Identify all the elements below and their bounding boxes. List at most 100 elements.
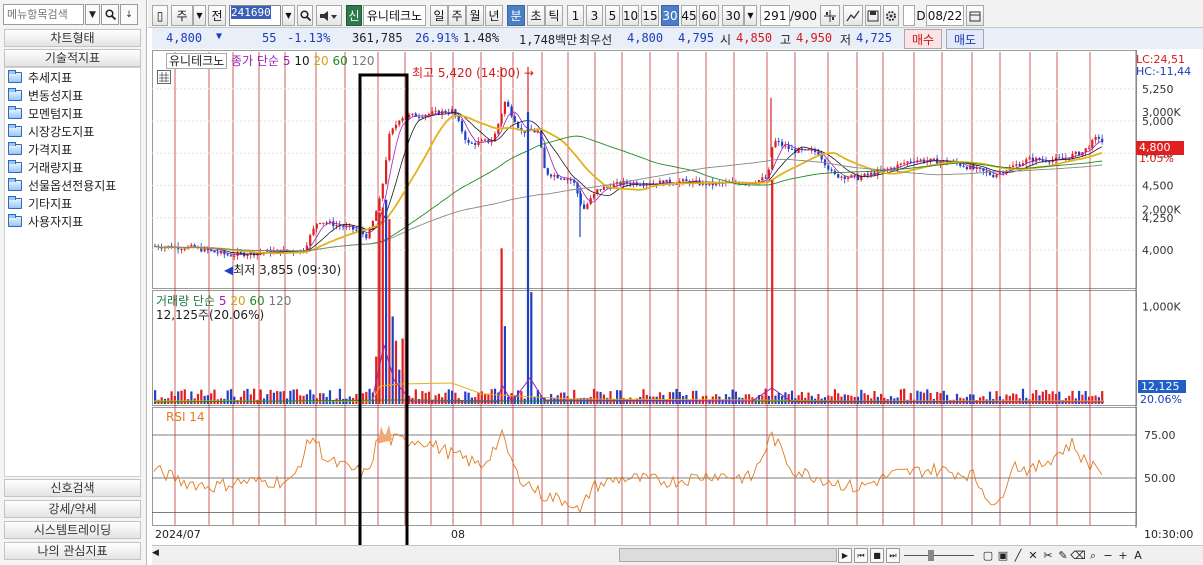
magnify-tool-icon[interactable]: ⌕ — [1086, 548, 1100, 563]
arrow-down-icon[interactable]: ↓ — [120, 4, 138, 25]
minus-icon[interactable]: − — [1101, 548, 1115, 563]
interval-tab[interactable]: 1 — [567, 5, 584, 26]
volume-bar — [530, 292, 533, 404]
crosshair-icon[interactable] — [820, 5, 840, 26]
interval-select[interactable]: 30 — [722, 5, 744, 26]
period-tab[interactable]: 초 — [527, 5, 545, 26]
folder-icon — [8, 123, 22, 137]
my-indicators-button[interactable]: 나의 관심지표 — [4, 542, 141, 560]
code-search-icon[interactable] — [297, 5, 313, 26]
jump-start-icon[interactable]: ⏮ — [854, 548, 868, 563]
volume-bar — [520, 391, 523, 404]
candle-body — [682, 179, 685, 182]
calendar-icon[interactable] — [966, 5, 984, 26]
period-tab[interactable]: 일 — [430, 5, 448, 26]
candle-body — [982, 168, 985, 172]
candle-body — [319, 222, 322, 224]
indicator-folder-item[interactable]: 거래량지표 — [5, 158, 140, 176]
copy-tool-icon[interactable]: ▣ — [996, 548, 1010, 563]
eraser-tool-icon[interactable]: ⌫ — [1070, 548, 1086, 563]
trend-tool-icon[interactable] — [843, 5, 863, 26]
interval-dropdown-icon[interactable]: ▼ — [744, 5, 757, 26]
gear-icon[interactable] — [883, 5, 899, 26]
search-icon[interactable] — [101, 4, 119, 25]
candle-body — [411, 113, 414, 115]
candle-body — [870, 172, 873, 175]
buy-button[interactable]: 매수 — [904, 29, 942, 49]
interval-tab[interactable]: 10 — [622, 5, 639, 26]
stock-code-input[interactable]: 241690 — [229, 5, 281, 26]
period-tab[interactable]: 주 — [448, 5, 466, 26]
interval-tab[interactable]: 60 — [699, 5, 719, 26]
stock-name-field[interactable]: 유니테크노 — [363, 5, 426, 26]
speaker-icon[interactable] — [316, 5, 342, 26]
indicator-folder-item[interactable]: 추세지표 — [5, 68, 140, 86]
scroll-left-icon[interactable]: ◀ — [152, 548, 164, 563]
tech-index-button[interactable]: 기술적지표 — [4, 49, 141, 67]
date-checkbox[interactable] — [903, 5, 915, 26]
period-tab[interactable]: 년 — [485, 5, 503, 26]
volume-bar — [946, 394, 949, 404]
save-icon[interactable] — [865, 5, 881, 26]
chart-canvas[interactable]: 5,2505,0004,7504,5004,2504,0003,000K2,00… — [152, 50, 1203, 545]
sell-button[interactable]: 매도 — [946, 29, 984, 49]
volume-bar — [840, 396, 843, 404]
folder-label: 모멘텀지표 — [28, 106, 84, 121]
grid-table-icon[interactable] — [157, 70, 171, 84]
volume-bar — [734, 391, 737, 404]
x-start-label: 2024/07 — [155, 528, 201, 541]
period-tab[interactable]: 분 — [507, 5, 525, 26]
layout-icon[interactable]: ▯ — [152, 5, 168, 26]
candle-body — [355, 229, 358, 231]
line-tool-icon[interactable]: ╱ — [1011, 548, 1025, 563]
interval-tab[interactable]: 3 — [586, 5, 603, 26]
folder-icon — [8, 141, 22, 155]
candle-body — [510, 106, 513, 117]
zoom-slider[interactable] — [904, 555, 974, 556]
signal-search-button[interactable]: 신호검색 — [4, 479, 141, 497]
menu-search-input[interactable] — [3, 4, 84, 25]
interval-tab[interactable]: 45 — [681, 5, 697, 26]
prev-button[interactable]: 전 — [208, 5, 226, 26]
count-input[interactable]: 291 — [760, 5, 790, 26]
pen-tool-icon[interactable]: ✎ — [1056, 548, 1070, 563]
zoom-slider-handle[interactable] — [928, 550, 934, 561]
date-field[interactable]: 08/22 — [926, 5, 964, 26]
text-tool-icon[interactable]: A — [1131, 548, 1145, 563]
box-tool-icon[interactable]: ▢ — [981, 548, 995, 563]
indicator-folder-item[interactable]: 기타지표 — [5, 194, 140, 212]
scissors-tool-icon[interactable]: ✂ — [1041, 548, 1055, 563]
period-dropdown-icon[interactable]: ▼ — [193, 5, 206, 26]
interval-tab[interactable]: 5 — [605, 5, 620, 26]
indicator-folder-item[interactable]: 선물옵션전용지표 — [5, 176, 140, 194]
period-tab[interactable]: 월 — [466, 5, 484, 26]
interval-tab[interactable]: 30 — [661, 5, 679, 26]
cursor-tool-icon[interactable]: ✕ — [1026, 548, 1040, 563]
rsi-line — [153, 428, 1103, 514]
indicator-folder-item[interactable]: 모멘텀지표 — [5, 104, 140, 122]
stop-icon[interactable]: ■ — [870, 548, 884, 563]
volume-bar — [233, 396, 236, 404]
volume-bar — [322, 393, 325, 404]
period-tab[interactable]: 틱 — [545, 5, 563, 26]
scroll-thumb[interactable] — [619, 548, 837, 562]
indicator-folder-item[interactable]: 변동성지표 — [5, 86, 140, 104]
jump-end-icon[interactable]: ⏭ — [886, 548, 900, 563]
indicator-folder-item[interactable]: 가격지표 — [5, 140, 140, 158]
chart-area[interactable]: 5,2505,0004,7504,5004,2504,0003,000K2,00… — [152, 50, 1203, 545]
candle-body — [312, 228, 315, 236]
candle-body — [866, 173, 869, 175]
dropdown-arrow-icon[interactable]: ▼ — [85, 4, 100, 25]
candle-body — [431, 111, 434, 114]
scroll-right-icon[interactable]: ▶ — [838, 548, 852, 563]
indicator-folder-item[interactable]: 시장강도지표 — [5, 122, 140, 140]
plus-icon[interactable]: + — [1116, 548, 1130, 563]
chart-type-button[interactable]: 차트형태 — [4, 29, 141, 47]
period-select[interactable]: 주 — [171, 5, 193, 26]
folder-icon — [8, 87, 22, 101]
interval-tab[interactable]: 15 — [641, 5, 659, 26]
code-dropdown-icon[interactable]: ▼ — [282, 5, 295, 26]
indicator-folder-item[interactable]: 사용자지표 — [5, 212, 140, 230]
strength-button[interactable]: 강세/약세 — [4, 500, 141, 518]
system-trading-button[interactable]: 시스템트레이딩 — [4, 521, 141, 539]
